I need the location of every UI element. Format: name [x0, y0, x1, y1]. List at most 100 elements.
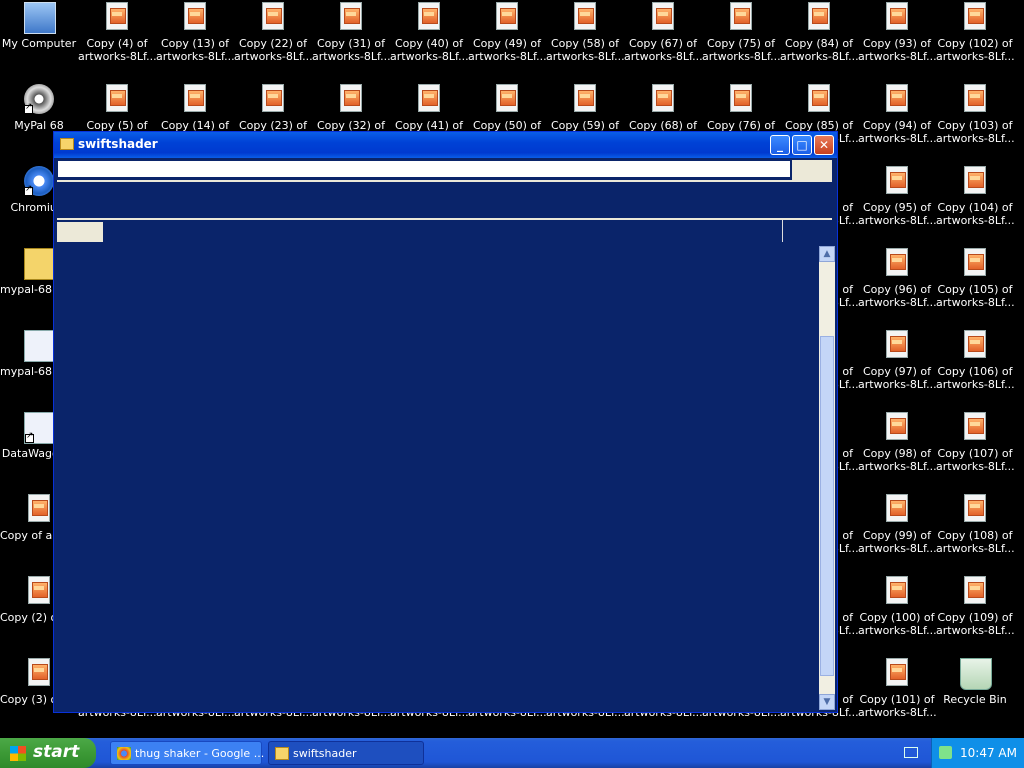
- label-line-2: artworks-8Lf...: [858, 50, 936, 63]
- label-line-1: Recycle Bin: [943, 693, 1007, 706]
- desktop-file-icon[interactable]: Copy (22) of artworks-8Lf...: [234, 0, 312, 80]
- address-bar[interactable]: [58, 161, 790, 177]
- image-file-icon: [882, 412, 912, 442]
- desktop-file-icon[interactable]: Copy (94) of artworks-8Lf...: [858, 82, 936, 162]
- desktop-file-icon[interactable]: Copy (98) of artworks-8Lf...: [858, 410, 936, 490]
- desktop-file-icon[interactable]: Copy (101) of artworks-8Lf...: [858, 656, 936, 736]
- label-line-2: artworks-8Lf...: [390, 50, 468, 63]
- label-line-1: Copy (95) of: [862, 201, 932, 214]
- desktop-icon-label: Copy (31) of artworks-8Lf...: [312, 37, 390, 63]
- desktop-file-icon[interactable]: Copy (13) of artworks-8Lf...: [156, 0, 234, 80]
- image-file-icon: [960, 84, 990, 114]
- label-line-1: Copy (84) of: [784, 37, 854, 50]
- desktop-icon-label: Copy (98) of artworks-8Lf...: [858, 447, 936, 473]
- window-titlebar[interactable]: swiftshader _ □ ✕: [54, 132, 837, 158]
- label-line-2: artworks-8Lf...: [312, 50, 390, 63]
- task-label: swiftshader: [293, 747, 357, 760]
- image-file-icon: [882, 658, 912, 688]
- label-line-2: artworks-8Lf...: [936, 132, 1014, 145]
- column-separator[interactable]: [782, 220, 783, 242]
- label-line-1: Copy (75) of: [706, 37, 776, 50]
- image-file-icon: [882, 248, 912, 278]
- image-file-icon: [882, 576, 912, 606]
- toolbar-divider: [57, 180, 832, 182]
- desktop-icon-label: Copy (103) of artworks-8Lf...: [936, 119, 1014, 145]
- desktop-icon-label: Copy (107) of artworks-8Lf...: [936, 447, 1014, 473]
- desktop-file-icon[interactable]: Copy (84) of artworks-8Lf...: [780, 0, 858, 80]
- label-line-1: Copy (106) of: [937, 365, 1013, 378]
- desktop-file-icon[interactable]: Copy (75) of artworks-8Lf...: [702, 0, 780, 80]
- desktop-icon-label: Copy (13) of artworks-8Lf...: [156, 37, 234, 63]
- desktop-file-icon[interactable]: Copy (102) of artworks-8Lf...: [936, 0, 1014, 80]
- maximize-button[interactable]: □: [792, 135, 812, 155]
- desktop-icon-label: Copy (94) of artworks-8Lf...: [858, 119, 936, 145]
- desktop-icon-label: Copy (109) of artworks-8Lf...: [936, 611, 1014, 637]
- scroll-thumb[interactable]: [820, 336, 834, 676]
- label-line-2: artworks-8Lf...: [858, 378, 936, 391]
- image-file-icon: [882, 166, 912, 196]
- folder-icon: [275, 747, 289, 760]
- label-line-2: artworks-8Lf...: [858, 624, 936, 637]
- taskbar-button-chrome[interactable]: thug shaker - Google ...: [110, 741, 264, 765]
- image-file-icon: [336, 2, 366, 32]
- label-line-1: Copy (13) of: [160, 37, 230, 50]
- label-line-1: Copy (22) of: [238, 37, 308, 50]
- label-line-1: Copy (108) of: [937, 529, 1013, 542]
- shortcut-arrow-icon: [24, 184, 33, 196]
- desktop-file-icon[interactable]: Copy (96) of artworks-8Lf...: [858, 246, 936, 326]
- start-button[interactable]: start: [0, 738, 96, 768]
- desktop-file-icon[interactable]: Copy (67) of artworks-8Lf...: [624, 0, 702, 80]
- address-go-area[interactable]: [792, 160, 832, 180]
- label-line-1: Copy (96) of: [862, 283, 932, 296]
- minimize-button[interactable]: _: [770, 135, 790, 155]
- explorer-window: swiftshader _ □ ✕ ▲ ▼: [53, 131, 838, 713]
- desktop-icon-label: Copy (93) of artworks-8Lf...: [858, 37, 936, 63]
- desktop-icon[interactable]: My Computer: [0, 0, 78, 80]
- image-file-icon: [414, 84, 444, 114]
- image-file-icon: [492, 2, 522, 32]
- desktop-file-icon[interactable]: Copy (31) of artworks-8Lf...: [312, 0, 390, 80]
- desktop-file-icon[interactable]: Copy (97) of artworks-8Lf...: [858, 328, 936, 408]
- desktop-file-icon[interactable]: Copy (58) of artworks-8Lf...: [546, 0, 624, 80]
- label-line-2: artworks-8Lf...: [468, 50, 546, 63]
- image-file-icon: [960, 576, 990, 606]
- desktop-icon-label: Copy (104) of artworks-8Lf...: [936, 201, 1014, 227]
- desktop-file-icon[interactable]: Copy (4) of artworks-8Lf...: [78, 0, 156, 80]
- desktop-icon-label: Copy (101) of artworks-8Lf...: [858, 693, 936, 719]
- recycle-bin[interactable]: Recycle Bin: [936, 656, 1014, 736]
- desktop-icon-label: Copy (4) of artworks-8Lf...: [78, 37, 156, 63]
- desktop-file-icon[interactable]: Copy (105) of artworks-8Lf...: [936, 246, 1014, 326]
- close-button[interactable]: ✕: [814, 135, 834, 155]
- desktop-file-icon[interactable]: Copy (93) of artworks-8Lf...: [858, 0, 936, 80]
- desktop-file-icon[interactable]: Copy (49) of artworks-8Lf...: [468, 0, 546, 80]
- label-line-1: Copy (103) of: [937, 119, 1013, 132]
- vertical-scrollbar[interactable]: ▲ ▼: [819, 246, 835, 710]
- label-line-2: artworks-8Lf...: [234, 50, 312, 63]
- scroll-down-icon[interactable]: ▼: [819, 694, 835, 710]
- clock[interactable]: 10:47 AM: [960, 746, 1017, 760]
- network-icon[interactable]: [939, 746, 952, 759]
- desktop-icon-label: Copy (40) of artworks-8Lf...: [390, 37, 468, 63]
- desktop-file-icon[interactable]: Copy (99) of artworks-8Lf...: [858, 492, 936, 572]
- desktop-file-icon[interactable]: Copy (109) of artworks-8Lf...: [936, 574, 1014, 654]
- desktop-file-icon[interactable]: Copy (95) of artworks-8Lf...: [858, 164, 936, 244]
- taskbar-button-swiftshader[interactable]: swiftshader: [268, 741, 424, 765]
- window-title: swiftshader: [78, 137, 158, 151]
- image-file-icon: [726, 2, 756, 32]
- desktop-file-icon[interactable]: Copy (107) of artworks-8Lf...: [936, 410, 1014, 490]
- desktop-file-icon[interactable]: Copy (100) of artworks-8Lf...: [858, 574, 936, 654]
- desktop-file-icon[interactable]: Copy (104) of artworks-8Lf...: [936, 164, 1014, 244]
- desktop-file-icon[interactable]: Copy (103) of artworks-8Lf...: [936, 82, 1014, 162]
- desktop-icon-label: Copy (96) of artworks-8Lf...: [858, 283, 936, 309]
- keyboard-icon[interactable]: [904, 747, 918, 758]
- desktop-icon-label: Copy (95) of artworks-8Lf...: [858, 201, 936, 227]
- desktop-icon-label: Recycle Bin: [936, 693, 1014, 706]
- label-line-2: artworks-8Lf...: [780, 50, 858, 63]
- folder-icon: [60, 138, 74, 150]
- desktop-file-icon[interactable]: Copy (106) of artworks-8Lf...: [936, 328, 1014, 408]
- start-label: start: [33, 742, 80, 762]
- scroll-up-icon[interactable]: ▲: [819, 246, 835, 262]
- desktop-icon-label: Copy (108) of artworks-8Lf...: [936, 529, 1014, 555]
- desktop-file-icon[interactable]: Copy (108) of artworks-8Lf...: [936, 492, 1014, 572]
- desktop-file-icon[interactable]: Copy (40) of artworks-8Lf...: [390, 0, 468, 80]
